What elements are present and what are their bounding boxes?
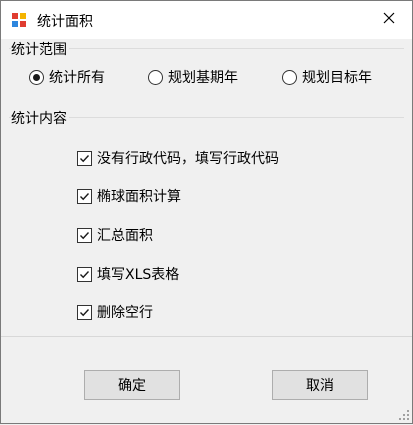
checkbox-label: 删除空行 (97, 305, 153, 321)
checkbox-delete-empty-rows[interactable]: 删除空行 (77, 302, 153, 322)
checkbox-fill-xls[interactable]: 填写XLS表格 (77, 264, 179, 284)
button-area-separator (1, 336, 412, 337)
resize-grip-icon[interactable] (398, 409, 410, 421)
dialog-window: 统计面积 统计范围 统计所有 规划基期年 规划目标年 统计内容 没有行政代码，填… (0, 0, 413, 424)
checkbox-ellipsoid-area[interactable]: 椭球面积计算 (77, 186, 181, 206)
checkbox-fill-admin-code[interactable]: 没有行政代码，填写行政代码 (77, 148, 279, 168)
close-button[interactable] (366, 1, 412, 39)
radio-indicator (282, 69, 297, 85)
content-group-label: 统计内容 (11, 108, 69, 128)
checkbox-label: 没有行政代码，填写行政代码 (97, 151, 279, 167)
scope-group-label: 统计范围 (11, 39, 69, 59)
radio-scope-base-year[interactable]: 规划基期年 (148, 67, 238, 87)
checkbox-indicator (77, 304, 92, 320)
radio-label: 规划基期年 (168, 70, 238, 86)
checkbox-indicator (77, 188, 92, 204)
app-grid-icon (11, 12, 27, 28)
cancel-button[interactable]: 取消 (272, 370, 368, 400)
checkbox-label: 汇总面积 (97, 228, 153, 244)
checkbox-sum-area[interactable]: 汇总面积 (77, 225, 153, 245)
checkbox-label: 填写XLS表格 (97, 267, 180, 283)
checkbox-indicator (77, 150, 92, 166)
radio-scope-target-year[interactable]: 规划目标年 (282, 67, 372, 87)
checkbox-label: 椭球面积计算 (97, 189, 181, 205)
close-icon (383, 12, 395, 28)
radio-indicator (29, 69, 44, 85)
radio-label: 统计所有 (49, 70, 105, 86)
title-bar: 统计面积 (1, 1, 412, 39)
radio-label: 规划目标年 (302, 70, 372, 86)
radio-scope-all[interactable]: 统计所有 (29, 67, 105, 87)
checkbox-indicator (77, 266, 92, 282)
checkbox-indicator (77, 227, 92, 243)
radio-indicator (148, 69, 163, 85)
window-title: 统计面积 (37, 14, 93, 30)
ok-button[interactable]: 确定 (84, 370, 180, 400)
